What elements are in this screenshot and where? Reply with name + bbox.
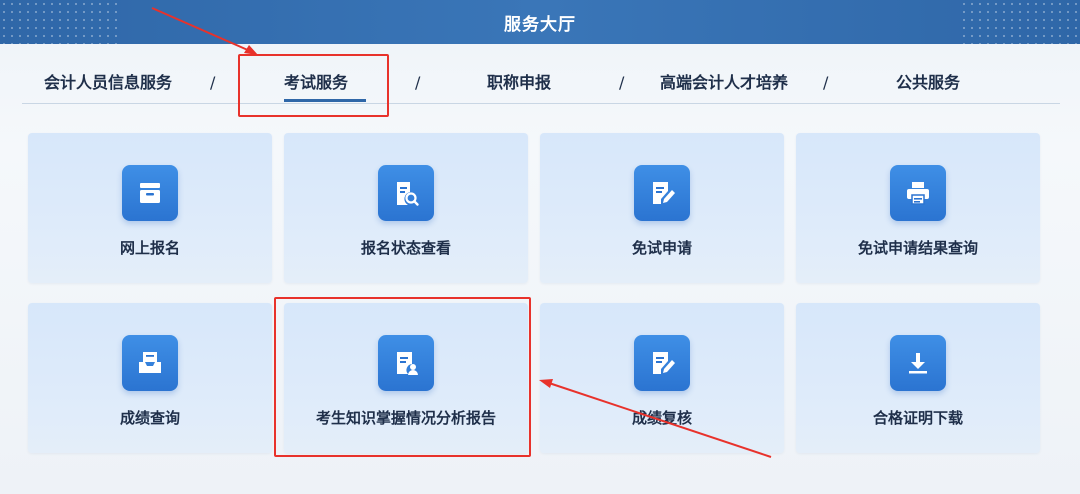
card-label: 合格证明下载 — [872, 409, 963, 427]
page-title: 服务大厅 — [504, 14, 576, 35]
card-exemption-application[interactable]: 免试申请 — [540, 133, 784, 283]
active-tab-indicator — [284, 99, 366, 102]
header-dot-pattern — [0, 0, 120, 44]
tab-exam-services[interactable]: 考试服务 — [284, 62, 348, 104]
card-score-query[interactable]: 成绩查询 — [28, 303, 272, 453]
tab-separator: / — [619, 73, 625, 92]
card-label: 网上报名 — [119, 239, 180, 257]
tab-separator: / — [823, 73, 829, 92]
card-online-registration[interactable]: 网上报名 — [28, 133, 272, 283]
tab-public-services[interactable]: 公共服务 — [896, 62, 960, 104]
archive-drawer-icon — [122, 165, 178, 221]
tab-separator: / — [210, 73, 216, 92]
card-knowledge-analysis-report[interactable]: 考生知识掌握情况分析报告 — [284, 303, 528, 453]
card-label: 考生知识掌握情况分析报告 — [315, 409, 496, 427]
card-registration-status[interactable]: 报名状态查看 — [284, 133, 528, 283]
tab-senior-talent[interactable]: 高端会计人才培养 — [660, 62, 788, 104]
card-label: 成绩查询 — [119, 409, 180, 427]
card-label: 免试申请 — [631, 239, 692, 257]
card-label: 报名状态查看 — [360, 239, 451, 257]
card-label: 免试申请结果查询 — [857, 239, 978, 257]
header-dot-pattern — [960, 0, 1080, 44]
printer-icon — [890, 165, 946, 221]
annotation-arrow-icon — [151, 7, 258, 55]
document-edit-icon — [634, 165, 690, 221]
annotation-arrow-icon — [539, 379, 772, 458]
tab-separator: / — [415, 73, 421, 92]
document-user-icon — [378, 335, 434, 391]
service-tabs: 会计人员信息服务 / 考试服务 / 职称申报 / 高端会计人才培养 / 公共服务 — [22, 62, 1060, 104]
card-certificate-download[interactable]: 合格证明下载 — [796, 303, 1040, 453]
download-icon — [890, 335, 946, 391]
card-exemption-result-query[interactable]: 免试申请结果查询 — [796, 133, 1040, 283]
document-search-icon — [378, 165, 434, 221]
inbox-tray-icon — [122, 335, 178, 391]
tab-accountant-info[interactable]: 会计人员信息服务 — [44, 62, 172, 104]
tab-title-application[interactable]: 职称申报 — [487, 62, 551, 104]
